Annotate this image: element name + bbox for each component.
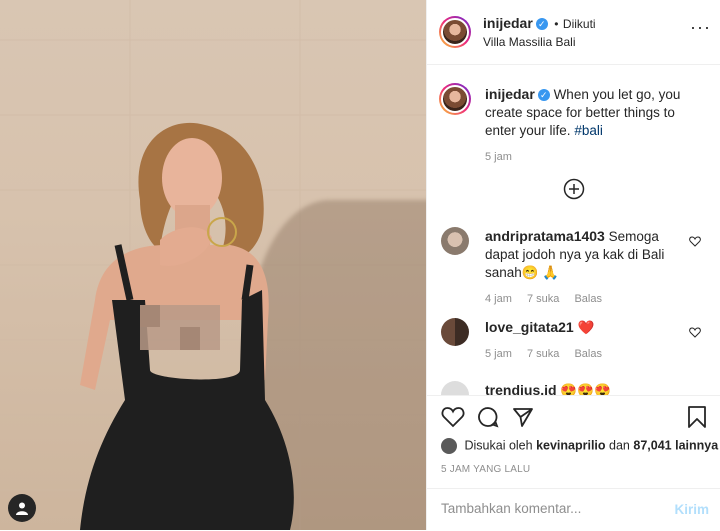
caption-username[interactable]: inijedar [485, 86, 535, 102]
commenter-avatar[interactable] [441, 381, 469, 395]
post-timestamp: 5 JAM YANG LALU [441, 464, 531, 475]
post-location[interactable]: Villa Massilia Bali [483, 35, 575, 49]
tagged-user-button[interactable] [8, 494, 36, 522]
liker-username[interactable]: kevinaprilio [536, 438, 605, 452]
post-comment-button[interactable]: Kirim [674, 502, 709, 517]
commenter-username[interactable]: trendjus.id [485, 382, 557, 395]
heart-icon[interactable] [689, 326, 701, 338]
likes-count[interactable]: 87,041 [633, 438, 671, 452]
comment-text: 😍😍😍 [560, 383, 611, 395]
commenter-avatar[interactable] [441, 318, 469, 346]
user-icon [16, 502, 28, 515]
add-comment-bar: Kirim [427, 488, 720, 531]
comment-time: 5 jam [485, 348, 512, 360]
caption-avatar[interactable] [439, 83, 471, 115]
load-more-button[interactable] [563, 178, 585, 205]
comment-text: ❤️ [577, 320, 595, 335]
liker-avatar[interactable] [441, 438, 457, 454]
likes-prefix: Disukai oleh [464, 438, 533, 453]
commenter-username[interactable]: andripratama1403 [485, 228, 605, 244]
post-details-panel: inijedar ✓ • Diikuti Villa Massilia Bali … [426, 0, 720, 530]
dot-separator: • [554, 17, 559, 31]
likes-suffix[interactable]: lainnya [675, 438, 718, 452]
author-avatar[interactable] [439, 16, 471, 48]
likes-conj: dan [609, 438, 630, 453]
reply-button[interactable]: Balas [574, 293, 602, 305]
reply-button[interactable]: Balas [574, 348, 602, 360]
post-photo[interactable] [0, 0, 426, 530]
author-username[interactable]: inijedar [483, 15, 533, 31]
verified-badge-icon: ✓ [535, 17, 548, 30]
heart-icon[interactable] [441, 406, 465, 428]
caption-time: 5 jam [485, 151, 512, 163]
bookmark-icon[interactable] [687, 405, 707, 429]
comment-likes[interactable]: 7 suka [527, 348, 559, 360]
comment-icon[interactable] [477, 406, 499, 428]
post-header: inijedar ✓ • Diikuti Villa Massilia Bali … [427, 0, 720, 65]
verified-badge-icon: ✓ [537, 89, 550, 102]
post-actions: Disukai oleh kevinaprilio dan 87,041 lai… [427, 395, 720, 492]
comments-section[interactable]: inijedar ✓ When you let go, you create sp… [427, 65, 720, 395]
comment-time: 4 jam [485, 293, 512, 305]
likes-summary: Disukai oleh kevinaprilio dan 87,041 lai… [441, 438, 718, 454]
comment-input[interactable] [439, 500, 663, 517]
hashtag-link[interactable]: #bali [574, 123, 603, 138]
share-icon[interactable] [512, 406, 534, 428]
commenter-avatar[interactable] [441, 227, 469, 255]
follow-status[interactable]: Diikuti [563, 17, 596, 31]
comment-likes[interactable]: 7 suka [527, 293, 559, 305]
commenter-username[interactable]: love_gitata21 [485, 319, 574, 335]
more-horizontal-icon[interactable]: ··· [690, 18, 711, 36]
plus-circle-icon [563, 178, 585, 200]
heart-icon[interactable] [689, 235, 701, 247]
person-figure [80, 122, 294, 530]
